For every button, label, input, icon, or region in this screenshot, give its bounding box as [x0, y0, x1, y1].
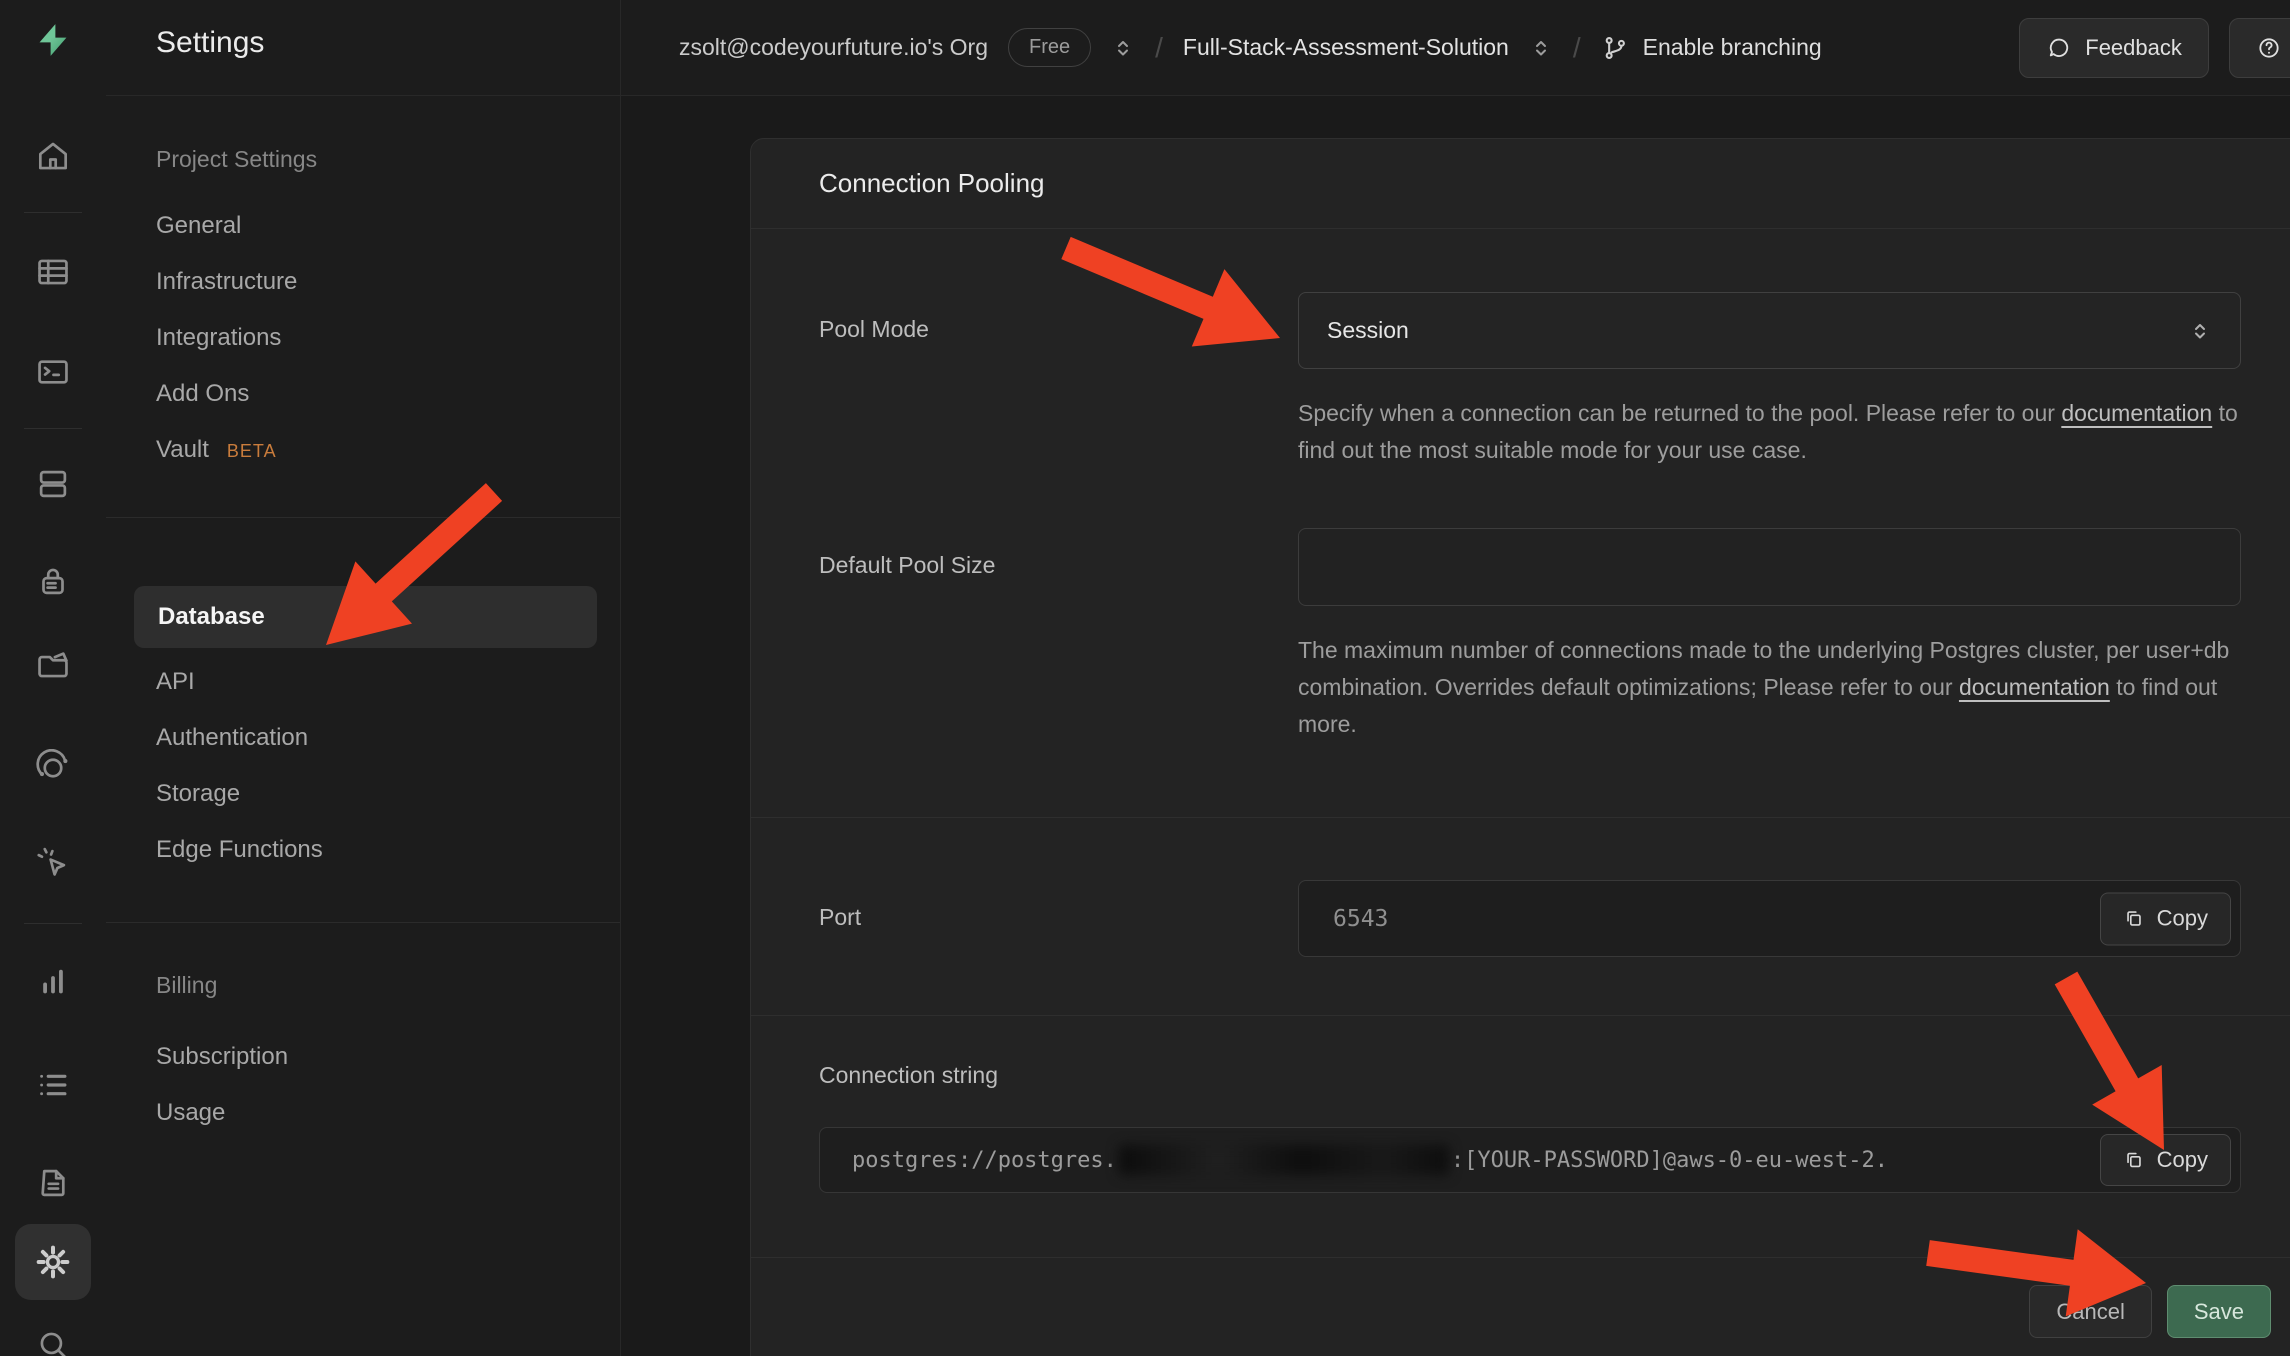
search-icon[interactable]: [31, 1323, 75, 1356]
plan-badge: Free: [1008, 28, 1091, 67]
pool-mode-row: Pool Mode Session Specify when a connect…: [819, 292, 2241, 470]
copy-label: Copy: [2157, 906, 2208, 932]
top-bar: zsolt@codeyourfuture.io's Org Free / Ful…: [621, 0, 2290, 95]
nav-heading-billing: Billing: [156, 972, 217, 999]
sidebar-item-subscription[interactable]: Subscription: [156, 1035, 288, 1079]
sidebar-item-api[interactable]: API: [156, 660, 195, 704]
page-title: Settings: [156, 26, 264, 60]
chevron-up-down-icon: [2188, 319, 2212, 343]
sidebar-item-add-ons[interactable]: Add Ons: [156, 372, 249, 416]
panel-title: Connection Pooling: [819, 168, 1045, 199]
rail-divider: [24, 212, 82, 213]
rail-divider: [24, 923, 82, 924]
sidebar-item-general[interactable]: General: [156, 204, 241, 248]
help-button[interactable]: He: [2229, 18, 2290, 78]
sidebar-item-usage[interactable]: Usage: [156, 1091, 225, 1135]
port-value-field: 6543 Copy: [1298, 880, 2241, 957]
default-pool-size-label: Default Pool Size: [819, 528, 1298, 579]
sidebar-item-database[interactable]: Database: [134, 586, 597, 648]
connection-string-label: Connection string: [819, 1062, 2241, 1089]
pool-mode-value: Session: [1327, 317, 1409, 344]
logs-icon[interactable]: [31, 1063, 75, 1107]
sidebar-item-storage[interactable]: Storage: [156, 772, 240, 816]
connection-string-field: postgres://postgres. :[YOUR-PASSWORD]@aw…: [819, 1127, 2241, 1193]
sidebar-item-label: Vault: [156, 436, 209, 463]
sql-editor-icon[interactable]: [31, 350, 75, 394]
icon-rail: [0, 0, 107, 1356]
copy-icon: [2123, 1149, 2145, 1171]
default-pool-size-row: Default Pool Size The maximum number of …: [819, 528, 2241, 744]
enable-branching-label: Enable branching: [1643, 34, 1822, 61]
authentication-icon[interactable]: [31, 559, 75, 603]
default-pool-size-input[interactable]: [1298, 528, 2241, 606]
nav-divider: [106, 922, 620, 923]
realtime-icon[interactable]: [31, 746, 75, 790]
copy-label: Copy: [2157, 1147, 2208, 1173]
section-divider: [751, 1015, 2290, 1016]
reports-icon[interactable]: [31, 960, 75, 1004]
panel-header: Connection Pooling: [751, 139, 2290, 229]
port-value: 6543: [1333, 906, 1388, 932]
copy-icon: [2123, 908, 2145, 930]
docs-icon[interactable]: [31, 1161, 75, 1205]
pool-mode-select[interactable]: Session: [1298, 292, 2241, 369]
save-button[interactable]: Save: [2167, 1285, 2271, 1338]
pool-mode-description: Specify when a connection can be returne…: [1298, 395, 2241, 470]
chevron-up-down-icon[interactable]: [1111, 36, 1135, 60]
cancel-button[interactable]: Cancel: [2029, 1285, 2151, 1338]
nav-heading-project-settings: Project Settings: [156, 146, 317, 173]
connection-string-prefix: postgres://postgres.: [852, 1148, 1117, 1173]
sidebar-item-edge-functions[interactable]: Edge Functions: [156, 828, 323, 872]
sidebar-item-infrastructure[interactable]: Infrastructure: [156, 260, 297, 304]
nav-divider: [106, 517, 620, 518]
header-divider: [106, 95, 2290, 96]
breadcrumb-separator: /: [1155, 32, 1163, 64]
rail-divider: [24, 428, 82, 429]
sidebar-item-vault[interactable]: Vault BETA: [156, 428, 277, 472]
port-label: Port: [819, 880, 1298, 931]
table-editor-icon[interactable]: [31, 250, 75, 294]
port-copy-button[interactable]: Copy: [2100, 892, 2231, 945]
chevron-up-down-icon[interactable]: [1529, 36, 1553, 60]
database-icon[interactable]: [31, 462, 75, 506]
feedback-label: Feedback: [2085, 35, 2182, 61]
settings-nav-panel: Settings Project Settings General Infras…: [106, 0, 621, 1356]
redacted-project-ref: [1119, 1145, 1449, 1175]
port-row: Port 6543 Copy: [819, 880, 2241, 957]
section-divider: [751, 817, 2290, 818]
storage-icon[interactable]: [31, 643, 75, 687]
panel-footer: Cancel Save: [819, 1258, 2271, 1338]
description-text: Specify when a connection can be returne…: [1298, 400, 2061, 426]
documentation-link[interactable]: documentation: [1959, 674, 2110, 700]
documentation-link[interactable]: documentation: [2061, 400, 2212, 426]
home-icon[interactable]: [31, 134, 75, 178]
sidebar-item-integrations[interactable]: Integrations: [156, 316, 281, 360]
edge-functions-icon[interactable]: [31, 842, 75, 886]
question-circle-icon: [2256, 35, 2282, 61]
breadcrumb-project[interactable]: Full-Stack-Assessment-Solution: [1183, 34, 1509, 61]
sidebar-item-authentication[interactable]: Authentication: [156, 716, 308, 760]
beta-badge: BETA: [227, 441, 277, 461]
breadcrumb-separator: /: [1573, 32, 1581, 64]
feedback-button[interactable]: Feedback: [2019, 18, 2209, 78]
connection-string-copy-button[interactable]: Copy: [2100, 1134, 2231, 1186]
app-window: Settings Project Settings General Infras…: [0, 0, 2290, 1356]
supabase-logo-icon[interactable]: [31, 18, 75, 62]
pool-mode-label: Pool Mode: [819, 292, 1298, 343]
default-pool-size-description: The maximum number of connections made t…: [1298, 632, 2241, 744]
settings-icon-active[interactable]: [15, 1224, 91, 1300]
enable-branching-button[interactable]: Enable branching: [1601, 34, 1822, 62]
speech-bubble-icon: [2046, 35, 2072, 61]
git-branch-icon: [1601, 34, 1629, 62]
connection-pooling-panel: Connection Pooling Pool Mode Session Spe…: [750, 138, 2290, 1356]
connection-string-suffix: :[YOUR-PASSWORD]@aws-0-eu-west-2.: [1451, 1148, 1888, 1173]
breadcrumb-org[interactable]: zsolt@codeyourfuture.io's Org: [679, 34, 988, 61]
